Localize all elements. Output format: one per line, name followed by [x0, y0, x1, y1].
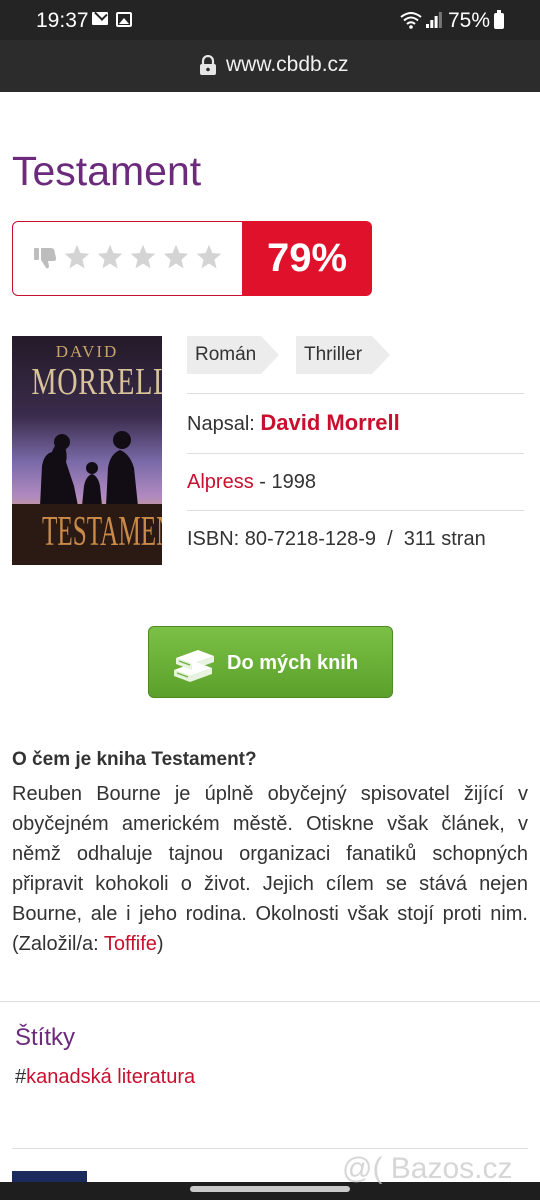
- tag-line: #kanadská literatura: [15, 1066, 195, 1089]
- publication-year: - 1998: [259, 471, 316, 493]
- watermark: @( Bazos.cz: [342, 1152, 513, 1185]
- author-label: Napsal:: [187, 413, 255, 435]
- tag-hash: #: [15, 1066, 27, 1088]
- status-bar: 19:37 75%: [0, 0, 540, 40]
- cover-author-first: DAVID: [55, 342, 119, 361]
- section-divider: [0, 1001, 540, 1002]
- home-indicator[interactable]: [190, 1186, 350, 1192]
- about-heading: O čem je kniha Testament?: [12, 749, 257, 770]
- divider: [187, 510, 524, 511]
- rating-percent-badge: 79%: [242, 221, 372, 296]
- rating-star-4[interactable]: [162, 243, 190, 271]
- rating-star-3[interactable]: [129, 243, 157, 271]
- gallery-icon: [116, 12, 132, 27]
- publisher-link[interactable]: Alpress: [187, 471, 254, 493]
- rating-star-2[interactable]: [96, 243, 124, 271]
- url-text[interactable]: www.cbdb.cz: [226, 53, 349, 77]
- tag-link[interactable]: kanadská literatura: [26, 1066, 195, 1088]
- description-close: ): [156, 933, 164, 955]
- author-line: Napsal: David Morrell: [187, 410, 400, 436]
- author-link[interactable]: David Morrell: [260, 410, 399, 435]
- cover-author-last: MORRELL: [31, 361, 163, 403]
- genre-tag-thriller[interactable]: Thriller: [296, 336, 390, 374]
- description-text: Reuben Bourne je úplně obyčejný spisovat…: [12, 783, 528, 955]
- battery-percent: 75%: [448, 9, 491, 32]
- mail-icon: [92, 12, 108, 25]
- add-button-label[interactable]: Do mých knih: [227, 652, 358, 675]
- section-divider: [12, 1148, 528, 1149]
- battery-icon: [494, 10, 504, 29]
- signal-icon: [426, 12, 442, 28]
- rating-star-1[interactable]: [63, 243, 91, 271]
- genre-tag-roman[interactable]: Román: [187, 336, 279, 374]
- divider: [187, 393, 524, 394]
- lock-icon: [200, 55, 216, 75]
- cover-title: TESTAMENT: [42, 509, 162, 555]
- isbn-line: ISBN: 80-7218-128-9 / 311 stran: [187, 528, 486, 550]
- page-title: Testament: [12, 148, 202, 194]
- books-icon: [174, 650, 214, 682]
- divider: [187, 453, 524, 454]
- book-cover[interactable]: DAVID MORRELL TESTAMENT: [12, 336, 162, 565]
- rating-star-5[interactable]: [195, 243, 223, 271]
- status-time: 19:37: [36, 9, 89, 32]
- founder-link[interactable]: Toffife: [104, 933, 157, 955]
- book-description: Reuben Bourne je úplně obyčejný spisovat…: [12, 779, 528, 959]
- publisher-line: Alpress - 1998: [187, 471, 316, 494]
- tags-heading: Štítky: [15, 1024, 76, 1051]
- thumbs-down-icon[interactable]: [33, 244, 59, 270]
- wifi-icon: [400, 12, 422, 29]
